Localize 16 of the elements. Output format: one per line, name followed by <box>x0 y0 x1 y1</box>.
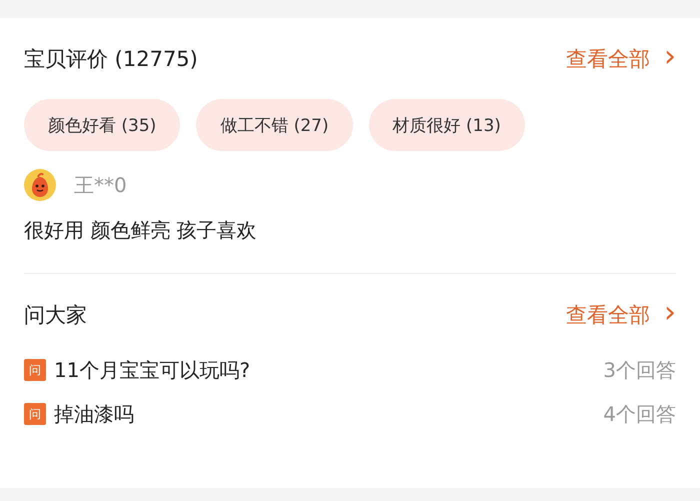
question-text[interactable]: 11个月宝宝可以玩吗? <box>54 356 604 384</box>
tag-chip[interactable]: 做工不错 (27) <box>196 99 353 151</box>
answer-count: 3个回答 <box>603 356 676 384</box>
section-title: 宝贝评价 (12775) <box>24 46 198 73</box>
user-name: 王**0 <box>74 172 127 198</box>
question-badge: 问 <box>24 403 46 425</box>
section-title: 问大家 <box>24 302 87 329</box>
view-all-link[interactable]: 查看全部 › <box>566 300 676 330</box>
question-text[interactable]: 掉油漆吗 <box>54 400 604 428</box>
answer-count: 4个回答 <box>603 400 676 428</box>
review-text: 很好用 颜色鲜亮 孩子喜欢 <box>24 217 258 244</box>
question-badge: 问 <box>24 359 46 381</box>
avatar-icon <box>24 169 56 201</box>
view-all-link[interactable]: 查看全部 › <box>566 44 676 74</box>
tag-chip[interactable]: 材质很好 (13) <box>368 99 525 151</box>
tag-chip[interactable]: 颜色好看 (35) <box>24 99 180 151</box>
